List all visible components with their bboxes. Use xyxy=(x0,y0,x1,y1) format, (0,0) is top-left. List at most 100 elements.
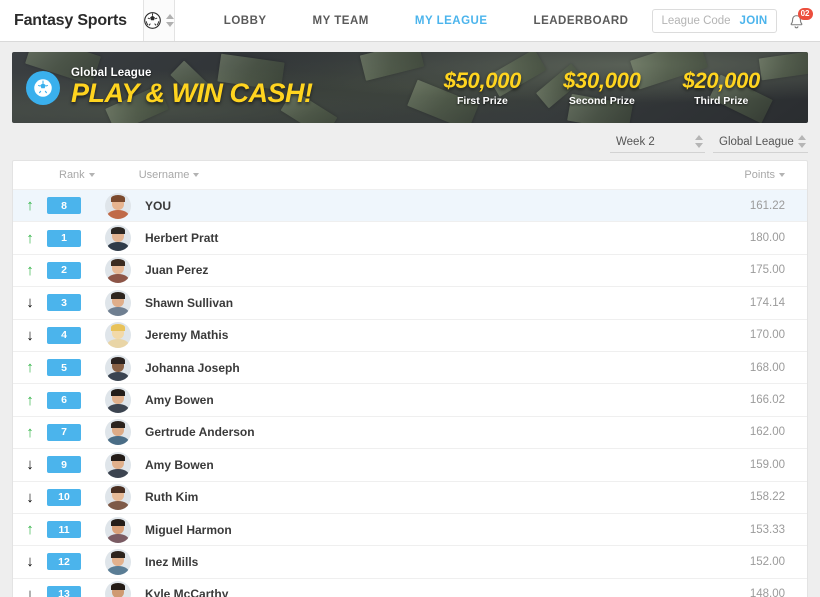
prize-amount: $20,000 xyxy=(682,68,761,93)
brand-logo[interactable]: Fantasy Sports xyxy=(0,0,143,41)
notifications-button[interactable]: 02 xyxy=(788,7,813,33)
banner-title: PLAY & WIN CASH! xyxy=(71,78,313,109)
player-points: 174.14 xyxy=(749,296,785,309)
rank-badge: 10 xyxy=(47,488,81,506)
player-username: YOU xyxy=(145,198,172,213)
avatar[interactable] xyxy=(105,484,131,511)
table-row[interactable]: ↑ 1 Herbert Pratt 180.00 xyxy=(13,221,807,253)
trend-up-icon: ↑ xyxy=(26,391,34,409)
rank-badge: 11 xyxy=(47,521,81,539)
column-header-rank[interactable]: Rank xyxy=(59,169,95,181)
player-username: Johanna Joseph xyxy=(145,360,240,375)
table-row[interactable]: ↓ 3 Shawn Sullivan 174.14 xyxy=(13,286,807,318)
league-code-group: JOIN xyxy=(651,8,777,33)
nav-item-lobby[interactable]: LOBBY xyxy=(201,15,290,27)
chevron-down-icon xyxy=(88,173,95,177)
table-row[interactable]: ↑ 2 Juan Perez 175.00 xyxy=(13,253,807,286)
week-selector[interactable]: Week 2 xyxy=(610,131,705,153)
column-header-username[interactable]: Username xyxy=(139,169,200,181)
player-points: 170.00 xyxy=(749,329,785,342)
avatar[interactable] xyxy=(105,192,131,219)
avatar[interactable] xyxy=(105,322,131,349)
player-username: Amy Bowen xyxy=(145,457,214,472)
avatar[interactable] xyxy=(105,451,131,478)
trend-up-icon: ↑ xyxy=(26,521,34,539)
avatar[interactable] xyxy=(105,354,131,381)
table-row[interactable]: ↑ 7 Gertrude Anderson 162.00 xyxy=(13,415,807,448)
table-row[interactable]: ↓ 9 Amy Bowen 159.00 xyxy=(13,448,807,480)
table-row[interactable]: ↓ 4 Jeremy Mathis 170.00 xyxy=(13,318,807,351)
prize-second: $30,000 Second Prize xyxy=(563,68,641,107)
top-header-bar: Fantasy Sports LOBBY MY TEAM MY LEAGUE L… xyxy=(0,0,820,42)
prize-amount: $50,000 xyxy=(443,68,522,93)
rank-badge: 4 xyxy=(47,326,81,344)
column-header-username-label: Username xyxy=(138,169,190,181)
column-header-rank-label: Rank xyxy=(59,169,85,181)
prize-label: Third Prize xyxy=(694,95,749,107)
nav-item-my-league[interactable]: MY LEAGUE xyxy=(392,15,511,27)
player-points: 153.33 xyxy=(749,523,785,536)
main-navigation: LOBBY MY TEAM MY LEAGUE LEADERBOARD xyxy=(201,0,652,41)
player-username: Kyle McCarthy xyxy=(145,587,229,597)
rank-badge: 7 xyxy=(47,423,81,441)
table-row[interactable]: ↓ 10 Ruth Kim 158.22 xyxy=(13,480,807,513)
avatar[interactable] xyxy=(105,516,131,543)
rank-badge: 9 xyxy=(47,456,81,474)
header-right-cluster: JOIN 02 Jacqueline C $5,000 xyxy=(651,0,820,41)
player-username: Jeremy Mathis xyxy=(145,328,229,343)
avatar[interactable] xyxy=(105,387,131,414)
soccer-ball-icon xyxy=(143,12,161,29)
stepper-icon[interactable] xyxy=(165,14,174,27)
week-selector-value: Week 2 xyxy=(616,135,655,148)
table-row[interactable]: ↑ 8 YOU 161.22 xyxy=(13,189,807,222)
player-username: Inez Mills xyxy=(145,554,199,569)
table-row[interactable]: ↑ 6 Amy Bowen 166.02 xyxy=(13,383,807,415)
leaderboard-rows: ↑ 8 YOU 161.22 ↑ 1 Herbert Pratt 180.00 ↑ 2 Juan P… xyxy=(13,189,807,597)
player-points: 175.00 xyxy=(749,264,785,277)
stepper-icon[interactable] xyxy=(798,135,806,148)
league-selector-value: Global League xyxy=(719,135,794,148)
stepper-icon[interactable] xyxy=(695,135,703,148)
column-header-points[interactable]: Points xyxy=(744,169,785,181)
join-button[interactable]: JOIN xyxy=(740,15,768,27)
avatar[interactable] xyxy=(105,581,131,597)
trend-up-icon: ↑ xyxy=(26,261,34,279)
player-points: 159.00 xyxy=(749,458,785,471)
player-points: 162.00 xyxy=(749,426,785,439)
promo-banner[interactable]: Global League PLAY & WIN CASH! $50,000 F… xyxy=(12,52,808,123)
avatar[interactable] xyxy=(105,548,131,575)
player-username: Juan Perez xyxy=(145,263,209,278)
avatar[interactable] xyxy=(105,289,131,316)
trend-up-icon: ↑ xyxy=(26,359,34,377)
table-row[interactable]: ↑ 5 Johanna Joseph 168.00 xyxy=(13,350,807,383)
sport-selector[interactable] xyxy=(142,0,175,41)
league-code-input[interactable] xyxy=(661,14,740,27)
trend-down-icon: ↓ xyxy=(26,553,34,571)
notification-count-badge: 02 xyxy=(797,7,813,20)
banner-league-badge xyxy=(26,70,60,105)
rank-badge: 2 xyxy=(47,261,81,279)
player-points: 166.02 xyxy=(749,394,785,407)
nav-item-my-team[interactable]: MY TEAM xyxy=(290,15,392,27)
prize-label: First Prize xyxy=(457,95,508,107)
filter-bar: Week 2 Global League xyxy=(12,123,808,160)
avatar[interactable] xyxy=(105,419,131,446)
league-selector[interactable]: Global League xyxy=(713,131,808,153)
nav-item-leaderboard[interactable]: LEADERBOARD xyxy=(511,15,652,27)
rank-badge: 12 xyxy=(47,553,81,571)
player-points: 152.00 xyxy=(749,555,785,568)
rank-badge: 5 xyxy=(47,359,81,377)
trend-up-icon: ↑ xyxy=(26,423,34,441)
prize-third: $20,000 Third Prize xyxy=(682,68,761,107)
table-row[interactable]: ↓ 12 Inez Mills 152.00 xyxy=(13,545,807,577)
table-row[interactable]: ↑ 11 Miguel Harmon 153.33 xyxy=(13,512,807,545)
table-row[interactable]: ↓ 13 Kyle McCarthy 148.00 xyxy=(13,577,807,597)
prize-first: $50,000 First Prize xyxy=(443,68,522,107)
avatar[interactable] xyxy=(105,257,131,284)
trend-down-icon: ↓ xyxy=(26,326,34,344)
chevron-down-icon xyxy=(193,173,200,177)
page-content: Global League PLAY & WIN CASH! $50,000 F… xyxy=(0,42,820,597)
trend-down-icon: ↓ xyxy=(26,585,34,597)
avatar[interactable] xyxy=(105,225,131,252)
leaderboard-card: Rank Username Points ↑ 8 YOU 161.22 ↑ 1 Herber… xyxy=(12,160,808,597)
